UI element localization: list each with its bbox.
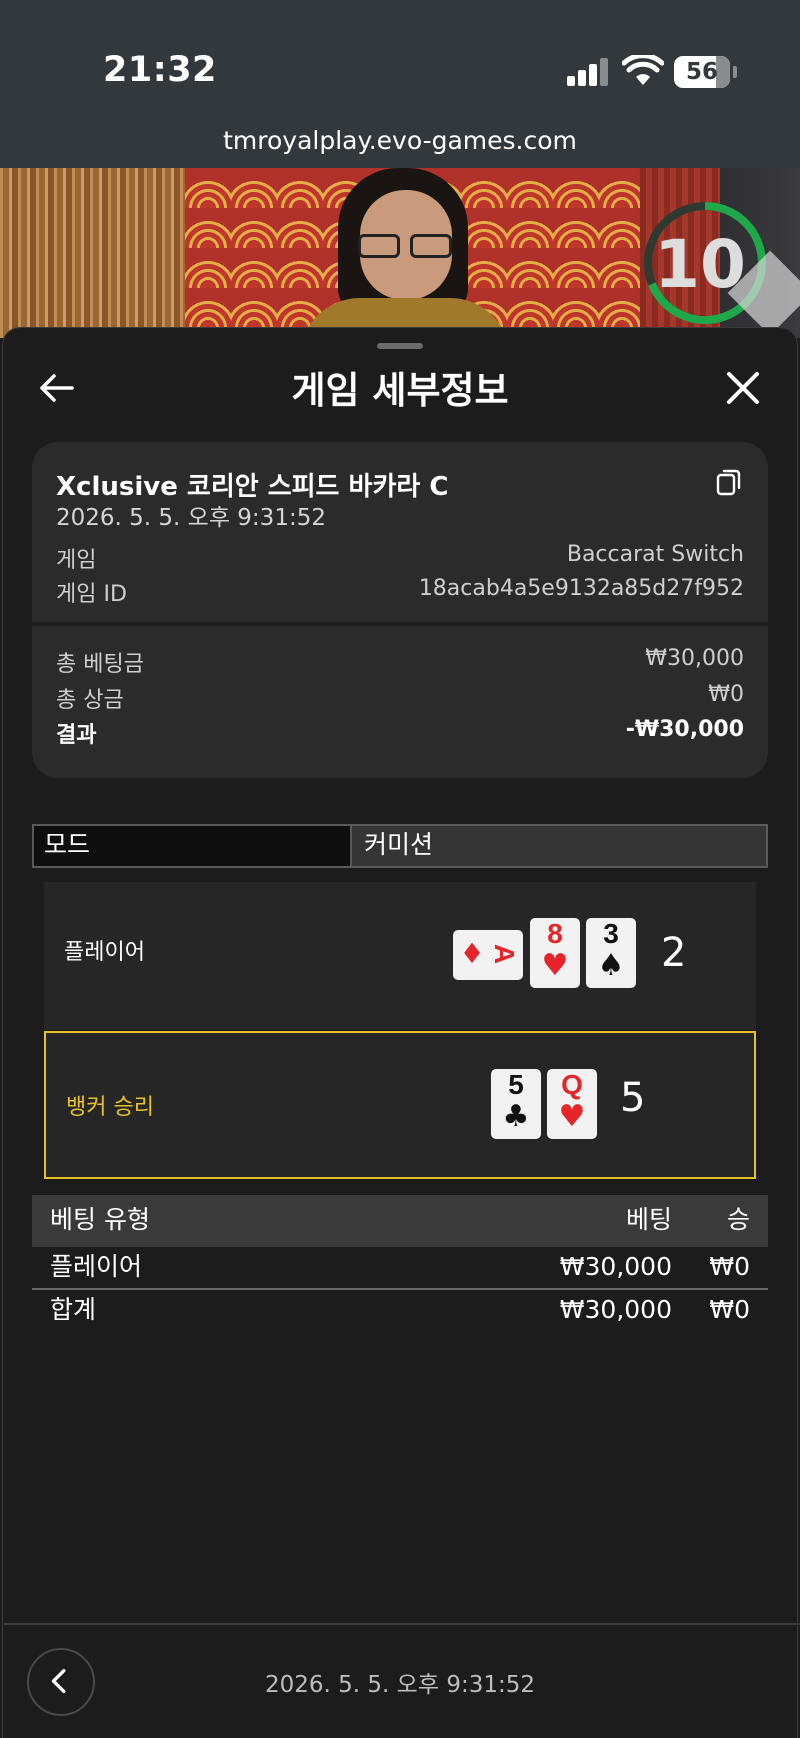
header-bet-type: 베팅 유형: [50, 1205, 150, 1234]
card-divider: [32, 622, 768, 626]
battery-level: 56: [685, 59, 718, 85]
game-id-label: 게임 ID: [56, 582, 127, 607]
game-datetime: 2026. 5. 5. 오후 9:31:52: [56, 505, 326, 531]
win-amount-cell: ₩0: [709, 1252, 750, 1281]
player-card-3-suit: ♠: [597, 948, 625, 983]
player-label: 플레이어: [64, 940, 145, 965]
copy-icon[interactable]: [716, 468, 742, 496]
player-score: 2: [661, 930, 687, 976]
total-bet-row: 총 베팅금 ₩30,000: [56, 646, 744, 678]
game-row: 게임 Baccarat Switch: [56, 542, 744, 574]
footer-divider: [4, 1623, 800, 1625]
player-card-3-rank: 3: [603, 918, 619, 949]
dealer-glasses: [356, 234, 456, 260]
result-label: 결과: [56, 723, 97, 748]
player-card-3: 3 ♠: [586, 918, 636, 988]
battery-icon: 56: [674, 56, 730, 88]
banker-card-2-rank: Q: [561, 1069, 583, 1100]
result-row: 결과 -₩30,000: [56, 717, 744, 749]
table-row: 플레이어 ₩30,000 ₩0: [32, 1246, 768, 1288]
sheet-title: 게임 세부정보: [291, 369, 509, 412]
banker-card-1-rank: 5: [508, 1069, 524, 1100]
player-card-1: ♦ A: [453, 930, 523, 980]
banker-card-1: 5 ♣: [491, 1069, 541, 1139]
game-summary-card: Xclusive 코리안 스피드 바카라 C 2026. 5. 5. 오후 9:…: [32, 442, 768, 778]
total-label: 합계: [50, 1295, 97, 1324]
result-value: -₩30,000: [625, 717, 744, 742]
bet-amount-cell: ₩30,000: [559, 1252, 672, 1281]
banker-card-2: Q ♥: [547, 1069, 597, 1139]
banker-card-2-suit: ♥: [558, 1099, 586, 1134]
player-card-1-suit: ♦: [459, 937, 485, 970]
player-card-2-suit: ♥: [541, 948, 569, 983]
total-bet: ₩30,000: [559, 1295, 672, 1324]
total-payout-label: 총 상금: [56, 688, 124, 713]
status-time: 21:32: [103, 50, 217, 90]
close-icon[interactable]: [725, 370, 761, 406]
battery-tip: [733, 66, 737, 78]
total-bet-value: ₩30,000: [645, 646, 744, 671]
total-win: ₩0: [709, 1295, 750, 1324]
banker-card-1-suit: ♣: [502, 1099, 530, 1134]
status-bar: 21:32 56: [0, 0, 800, 120]
wifi-icon: [622, 55, 664, 85]
banker-hand: 뱅커 승리 5 ♣ Q ♥ 5: [44, 1031, 756, 1179]
tab-mode[interactable]: 모드: [34, 826, 352, 866]
game-label: 게임: [56, 548, 97, 573]
bet-type-cell: 플레이어: [50, 1252, 143, 1281]
total-payout-value: ₩0: [708, 682, 744, 707]
player-card-2-rank: 8: [547, 918, 563, 949]
game-value: Baccarat Switch: [566, 542, 744, 567]
game-id-row: 게임 ID 18acab4a5e9132a85d27f952: [56, 576, 744, 608]
banker-label: 뱅커 승리: [66, 1095, 154, 1120]
player-hand: 플레이어 ♦ A 8 ♥ 3 ♠ 2: [44, 882, 756, 1030]
game-id-value: 18acab4a5e9132a85d27f952: [418, 576, 744, 601]
table-total-row: 합계 ₩30,000 ₩0: [32, 1289, 768, 1331]
bets-table-header: 베팅 유형 베팅 승: [32, 1195, 768, 1247]
background-curtain-left: [0, 168, 185, 338]
player-card-2: 8 ♥: [530, 918, 580, 988]
banker-score: 5: [620, 1075, 646, 1121]
sheet-drag-handle[interactable]: [377, 343, 423, 349]
tab-commission[interactable]: 커미션: [354, 826, 768, 866]
header-win: 승: [726, 1205, 750, 1234]
url-bar[interactable]: tmroyalplay.evo-games.com: [0, 120, 800, 168]
live-video: 10: [0, 168, 800, 338]
footer-datetime: 2026. 5. 5. 오후 9:31:52: [265, 1672, 535, 1698]
header-bet: 베팅: [625, 1205, 672, 1234]
total-payout-row: 총 상금 ₩0: [56, 682, 744, 714]
player-card-1-rank: A: [489, 943, 520, 965]
mode-tabs: 모드 커미션: [32, 824, 768, 868]
total-bet-label: 총 베팅금: [56, 652, 144, 677]
cellular-signal-icon: [567, 58, 609, 86]
